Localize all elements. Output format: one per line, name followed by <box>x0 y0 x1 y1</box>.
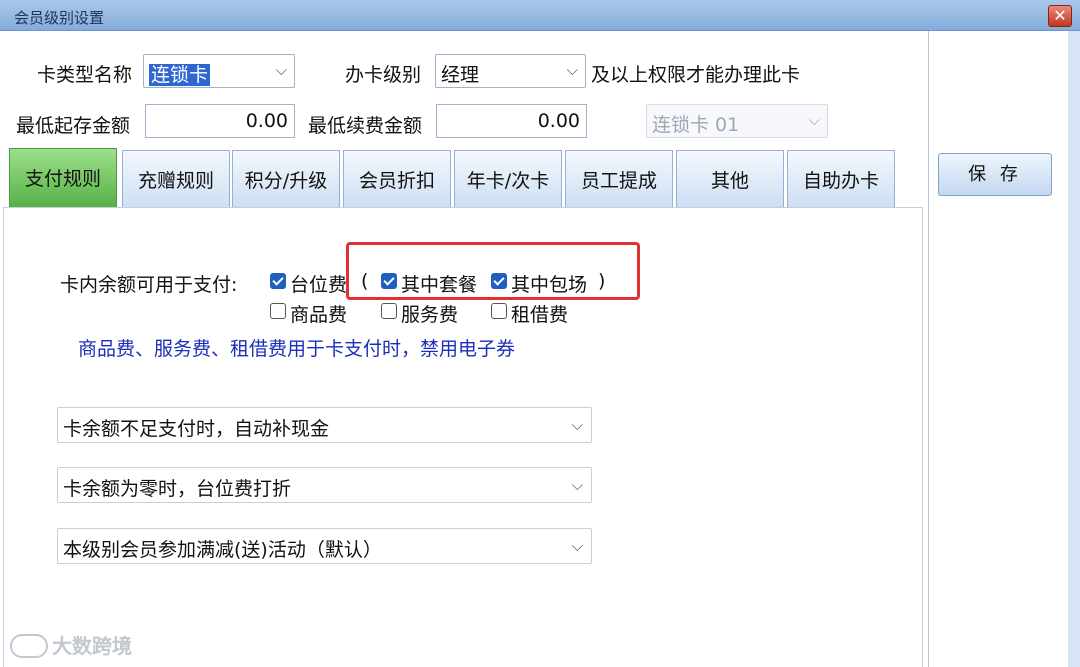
min-renew-label: 最低续费金额 <box>308 115 423 137</box>
min-deposit-input[interactable]: 0.00 <box>145 104 295 138</box>
rental-fee-label: 租借费 <box>511 304 569 326</box>
tab-member-discount[interactable]: 会员折扣 <box>343 150 451 207</box>
tab-self-service[interactable]: 自助办卡 <box>787 150 895 207</box>
table-fee-label: 台位费 <box>290 274 348 296</box>
linked-card-select: 连锁卡 01 ⌵ <box>646 104 828 138</box>
goods-fee-label: 商品费 <box>290 304 348 326</box>
table-fee-checkbox[interactable] <box>270 273 286 289</box>
watermark-logo-icon <box>10 634 48 658</box>
goods-fee-checkbox[interactable] <box>270 303 286 319</box>
chevron-down-icon: ⌵ <box>566 61 578 79</box>
card-type-select[interactable]: 连锁卡 ⌵ <box>143 54 295 88</box>
close-button[interactable]: ✕ <box>1048 5 1072 27</box>
insufficient-balance-value: 卡余额不足支付时，自动补现金 <box>63 418 330 440</box>
min-deposit-label: 最低起存金额 <box>16 115 131 137</box>
promotion-value: 本级别会员参加满减(送)活动（默认） <box>63 539 382 561</box>
highlight-box <box>346 242 640 300</box>
chevron-down-icon: ⌵ <box>571 537 583 555</box>
watermark: 大数跨境 <box>10 630 132 659</box>
save-button[interactable]: 保 存 <box>938 153 1052 196</box>
window-edge <box>1068 31 1080 667</box>
chevron-down-icon: ⌵ <box>808 111 820 129</box>
promotion-select[interactable]: 本级别会员参加满减(送)活动（默认） ⌵ <box>57 528 592 564</box>
tab-staff-commission[interactable]: 员工提成 <box>565 150 673 207</box>
min-deposit-value: 0.00 <box>245 110 288 132</box>
tab-bonus-rules[interactable]: 充赠规则 <box>122 150 230 207</box>
balance-usage-label: 卡内余额可用于支付: <box>60 274 238 296</box>
service-fee-label: 服务费 <box>401 304 459 326</box>
chevron-down-icon: ⌵ <box>571 416 583 434</box>
tab-other[interactable]: 其他 <box>676 150 784 207</box>
zero-balance-value: 卡余额为零时，台位费打折 <box>63 478 292 500</box>
action-pane <box>928 31 1080 667</box>
rental-fee-checkbox[interactable] <box>491 303 507 319</box>
zero-balance-select[interactable]: 卡余额为零时，台位费打折 ⌵ <box>57 467 592 503</box>
watermark-text: 大数跨境 <box>52 634 132 658</box>
title-bar: 会员级别设置 ✕ <box>0 0 1080 31</box>
level-label: 办卡级别 <box>345 64 422 86</box>
tab-annual-card[interactable]: 年卡/次卡 <box>454 150 562 207</box>
close-icon: ✕ <box>1053 6 1067 25</box>
tab-payment-rules[interactable]: 支付规则 <box>9 148 117 207</box>
tab-points-upgrade[interactable]: 积分/升级 <box>232 150 340 207</box>
linked-card-value: 连锁卡 01 <box>652 114 740 136</box>
insufficient-balance-select[interactable]: 卡余额不足支付时，自动补现金 ⌵ <box>57 407 592 443</box>
min-renew-value: 0.00 <box>537 110 580 132</box>
chevron-down-icon: ⌵ <box>275 61 287 79</box>
level-value: 经理 <box>441 64 480 86</box>
card-type-value: 连锁卡 <box>149 64 211 86</box>
window-title: 会员级别设置 <box>14 9 105 27</box>
coupon-note: 商品费、服务费、租借费用于卡支付时，禁用电子券 <box>78 338 516 360</box>
level-select[interactable]: 经理 ⌵ <box>435 54 586 88</box>
min-renew-input[interactable]: 0.00 <box>436 104 587 138</box>
chevron-down-icon: ⌵ <box>571 476 583 494</box>
card-type-label: 卡类型名称 <box>37 64 133 86</box>
level-suffix: 及以上权限才能办理此卡 <box>591 64 801 86</box>
service-fee-checkbox[interactable] <box>381 303 397 319</box>
